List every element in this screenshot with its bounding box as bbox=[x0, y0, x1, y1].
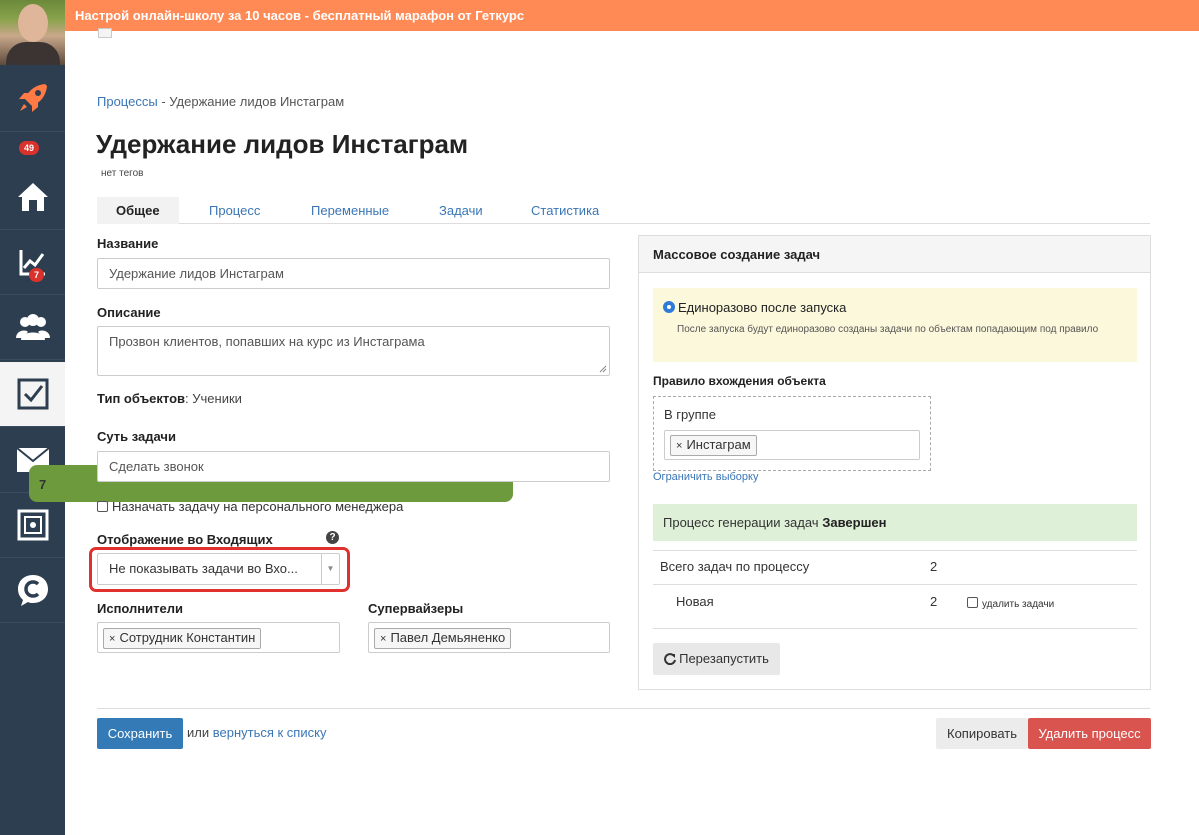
inbox-display-label: Отображение во Входящих bbox=[97, 532, 273, 547]
tab-tasks[interactable]: Задачи bbox=[439, 197, 483, 224]
generation-status-value: Завершен bbox=[822, 515, 887, 530]
safe-icon bbox=[17, 509, 48, 541]
tab-general[interactable]: Общее bbox=[97, 197, 179, 224]
generation-status-text: Процесс генерации задач bbox=[663, 515, 819, 530]
sidebar-item-tasks[interactable] bbox=[0, 362, 65, 427]
run-once-option[interactable]: Единоразово после запуска После запуска … bbox=[653, 288, 1137, 362]
name-label: Название bbox=[97, 236, 159, 251]
name-input[interactable]: Удержание лидов Инстаграм bbox=[97, 258, 610, 289]
inbox-display-select[interactable]: Не показывать задачи во Вхо... ▼ bbox=[97, 553, 340, 585]
group-token: × Инстаграм bbox=[670, 435, 757, 456]
promo-banner[interactable]: Настрой онлайн-школу за 10 часов - беспл… bbox=[65, 0, 1199, 31]
notification-badge: 49 bbox=[19, 141, 40, 155]
supervisor-token: × Павел Демьяненко bbox=[374, 628, 512, 649]
sidebar-item-home[interactable] bbox=[0, 165, 65, 230]
copy-button[interactable]: Копировать bbox=[936, 718, 1028, 749]
home-icon bbox=[17, 183, 48, 211]
remove-token-icon[interactable]: × bbox=[380, 633, 386, 645]
group-label: В группе bbox=[664, 407, 716, 422]
avatar[interactable] bbox=[0, 0, 65, 65]
divider bbox=[653, 584, 1137, 585]
executors-label: Исполнители bbox=[97, 601, 183, 616]
sidebar: 49 7 7 bbox=[0, 0, 513, 835]
back-to-list-link[interactable]: вернуться к списку bbox=[213, 725, 327, 740]
sidebar-item-stats[interactable]: 7 bbox=[0, 230, 65, 295]
total-tasks-value: 2 bbox=[930, 559, 938, 574]
footer-divider bbox=[97, 708, 1150, 709]
divider bbox=[653, 628, 1137, 629]
divider bbox=[653, 550, 1137, 551]
supervisor-token-label: Павел Демьяненко bbox=[390, 630, 506, 645]
description-label: Описание bbox=[97, 305, 161, 320]
delete-tasks-checkbox[interactable] bbox=[967, 597, 978, 608]
description-textarea[interactable]: Прозвон клиентов, попавших на курс из Ин… bbox=[97, 326, 610, 376]
mass-task-panel: Массовое создание задач Единоразово посл… bbox=[638, 235, 1151, 690]
rule-label: Правило вхождения объекта bbox=[653, 374, 826, 388]
stats-badge: 7 bbox=[29, 268, 45, 282]
breadcrumb: Процессы - Удержание лидов Инстаграм bbox=[97, 94, 344, 109]
chevron-down-icon: ▼ bbox=[321, 554, 339, 584]
sidebar-item-chat[interactable] bbox=[0, 558, 65, 623]
run-once-label: Единоразово после запуска bbox=[678, 300, 847, 315]
save-button[interactable]: Сохранить bbox=[97, 718, 183, 749]
inbox-display-value: Не показывать задачи во Вхо... bbox=[109, 561, 298, 576]
run-once-hint: После запуска будут единоразово созданы … bbox=[677, 324, 1099, 335]
checkbox-icon bbox=[17, 378, 48, 410]
tab-process[interactable]: Процесс bbox=[209, 197, 260, 224]
tags-label[interactable]: нет тегов bbox=[101, 168, 143, 179]
help-icon[interactable]: ? bbox=[326, 531, 339, 544]
sidebar-item-users[interactable] bbox=[0, 295, 65, 360]
sidebar-item-safe[interactable] bbox=[0, 493, 65, 558]
delete-tasks-label: удалить задачи bbox=[982, 599, 1055, 610]
object-type: Тип объектов: Ученики bbox=[97, 391, 242, 406]
breadcrumb-separator: - bbox=[161, 94, 166, 109]
restart-button-label: Перезапустить bbox=[679, 651, 769, 666]
run-once-radio[interactable] bbox=[663, 301, 675, 313]
personal-manager-label: Назначать задачу на персонального менедж… bbox=[112, 499, 404, 514]
rocket-icon bbox=[18, 84, 47, 112]
task-essence-label: Суть задачи bbox=[97, 429, 176, 444]
task-essence-input[interactable]: Сделать звонок bbox=[97, 451, 610, 482]
chat-logo-icon bbox=[17, 575, 48, 606]
broken-image-icon bbox=[98, 28, 112, 38]
breadcrumb-current: Удержание лидов Инстаграм bbox=[169, 94, 345, 109]
sidebar-item-messages[interactable]: 7 bbox=[0, 428, 513, 502]
sidebar-item-start[interactable] bbox=[0, 65, 65, 132]
back-row: или вернуться к списку bbox=[187, 725, 326, 740]
restart-button[interactable]: Перезапустить bbox=[653, 643, 780, 675]
executor-token: × Сотрудник Константин bbox=[103, 628, 262, 649]
refresh-icon bbox=[664, 653, 677, 666]
users-icon bbox=[15, 314, 50, 340]
generation-status: Процесс генерации задач Завершен bbox=[653, 504, 1137, 541]
object-type-label: Тип объектов bbox=[97, 391, 186, 406]
personal-manager-row: Назначать задачу на персонального менедж… bbox=[97, 499, 403, 514]
or-text: или bbox=[187, 725, 210, 740]
breadcrumb-processes-link[interactable]: Процессы bbox=[97, 94, 158, 109]
group-token-label: Инстаграм bbox=[686, 437, 751, 452]
remove-token-icon[interactable]: × bbox=[109, 633, 115, 645]
limit-selection-link[interactable]: Ограничить выборку bbox=[653, 471, 758, 483]
executor-token-label: Сотрудник Константин bbox=[119, 630, 256, 645]
remove-token-icon[interactable]: × bbox=[676, 440, 682, 452]
page-title: Удержание лидов Инстаграм bbox=[96, 129, 469, 159]
tab-variables[interactable]: Переменные bbox=[311, 197, 389, 224]
personal-manager-checkbox[interactable] bbox=[97, 501, 108, 512]
delete-process-button[interactable]: Удалить процесс bbox=[1028, 718, 1151, 749]
total-tasks-label: Всего задач по процессу bbox=[660, 559, 810, 574]
description-text: Прозвон клиентов, попавших на курс из Ин… bbox=[109, 334, 425, 349]
supervisors-label: Супервайзеры bbox=[368, 601, 464, 616]
resize-handle-icon[interactable] bbox=[599, 365, 607, 373]
new-tasks-label: Новая bbox=[676, 594, 714, 609]
group-input[interactable]: × Инстаграм bbox=[664, 430, 920, 460]
tab-statistics[interactable]: Статистика bbox=[531, 197, 599, 224]
supervisors-input[interactable]: × Павел Демьяненко bbox=[368, 622, 610, 653]
panel-title: Массовое создание задач bbox=[639, 236, 1150, 273]
object-type-value: : Ученики bbox=[185, 391, 242, 406]
rule-box: В группе × Инстаграм bbox=[653, 396, 931, 471]
delete-tasks-row: удалить задачи bbox=[967, 597, 1054, 610]
tabs: Общее Процесс Переменные Задачи Статисти… bbox=[97, 197, 1150, 224]
executors-input[interactable]: × Сотрудник Константин bbox=[97, 622, 340, 653]
new-tasks-value: 2 bbox=[930, 594, 938, 609]
